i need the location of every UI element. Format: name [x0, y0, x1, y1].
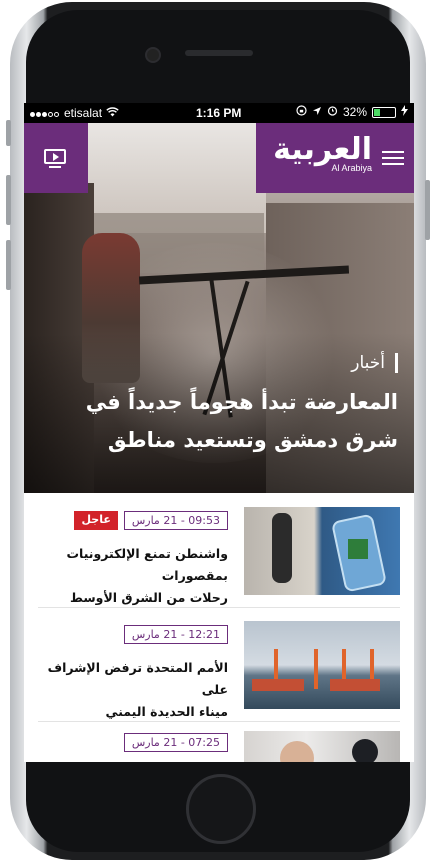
wifi-icon	[106, 106, 119, 120]
hero-headline: المعارضة تبدأ هجوماً جديداً في شرق دمشق …	[58, 383, 398, 459]
rotation-lock-icon	[296, 105, 307, 119]
menu-icon[interactable]	[382, 151, 404, 165]
thumbnail-person	[272, 513, 292, 583]
hero-headline-line: شرق دمشق وتستعيد مناطق	[107, 428, 398, 452]
news-thumbnail	[244, 621, 400, 709]
battery-level	[374, 108, 381, 116]
thumbnail-person	[280, 741, 314, 762]
hero-category: أخبار	[351, 353, 398, 373]
clock: 1:16 PM	[196, 106, 242, 120]
app-screen: etisalat 1:16 PM 32% العربية Al Arabiya …	[24, 103, 414, 762]
front-camera	[145, 47, 161, 63]
news-date: 12:21 - 21 مارس	[123, 625, 228, 644]
thumbnail-ship	[330, 679, 380, 691]
news-thumbnail	[244, 731, 400, 762]
al-arabiya-logo[interactable]: العربية Al Arabiya	[273, 132, 372, 174]
volume-down-button	[6, 240, 11, 290]
news-title-line: ميناء الحديدة اليمني	[105, 704, 228, 719]
news-title: الأمم المتحدة ترفض الإشراف على ميناء الح…	[38, 657, 228, 723]
thumbnail-ship	[252, 679, 304, 691]
live-tv-button[interactable]	[24, 123, 88, 193]
logo-arabic: العربية	[273, 132, 372, 167]
list-item[interactable]: 12:21 - 21 مارس الأمم المتحدة ترفض الإشر…	[38, 607, 400, 719]
tv-play-icon	[44, 149, 66, 164]
mute-switch	[6, 120, 11, 146]
breaking-badge: عاجل	[74, 511, 118, 530]
news-date: 07:25 - 21 مارس	[123, 733, 228, 752]
list-item[interactable]: 07:25 - 21 مارس	[38, 721, 400, 762]
news-title-line: واشنطن تمنع الإلكترونيات بمقصورات	[66, 546, 228, 583]
location-icon	[312, 105, 322, 119]
list-item[interactable]: 09:53 - 21 مارس عاجل واشنطن تمنع الإلكتر…	[38, 493, 400, 605]
status-icons: 32%	[296, 105, 408, 119]
tv-stand-icon	[49, 166, 61, 168]
carrier-name: etisalat	[64, 106, 103, 120]
volume-up-button	[6, 175, 11, 225]
thumbnail-crane	[314, 649, 318, 689]
thumbnail-person	[352, 739, 378, 762]
brand-header: العربية Al Arabiya	[256, 123, 414, 193]
carrier-area: etisalat	[30, 106, 119, 120]
battery-percentage: 32%	[342, 105, 367, 119]
battery-icon	[372, 106, 396, 118]
news-meta: 07:25 - 21 مارس	[123, 733, 228, 752]
status-bar: etisalat 1:16 PM 32%	[24, 103, 414, 123]
news-title-line: رحلات من الشرق الأوسط	[70, 590, 228, 605]
hero-caption[interactable]: أخبار المعارضة تبدأ هجوماً جديداً في شرق…	[58, 353, 398, 459]
charging-icon	[401, 105, 408, 119]
signal-strength-icon	[30, 106, 60, 120]
news-title: واشنطن تمنع الإلكترونيات بمقصورات رحلات …	[38, 543, 228, 609]
thumbnail-circuit	[348, 539, 368, 559]
news-list: 09:53 - 21 مارس عاجل واشنطن تمنع الإلكتر…	[24, 493, 414, 762]
power-button	[425, 180, 430, 240]
news-meta: 09:53 - 21 مارس عاجل	[74, 511, 228, 530]
news-thumbnail	[244, 507, 400, 595]
home-button[interactable]	[186, 774, 256, 844]
news-title-line: الأمم المتحدة ترفض الإشراف على	[47, 660, 228, 697]
news-date: 09:53 - 21 مارس	[123, 511, 228, 530]
hero-headline-line: المعارضة تبدأ هجوماً جديداً في	[85, 390, 398, 414]
earpiece-speaker	[185, 50, 253, 56]
news-meta: 12:21 - 21 مارس	[123, 625, 228, 644]
alarm-icon	[327, 105, 338, 119]
